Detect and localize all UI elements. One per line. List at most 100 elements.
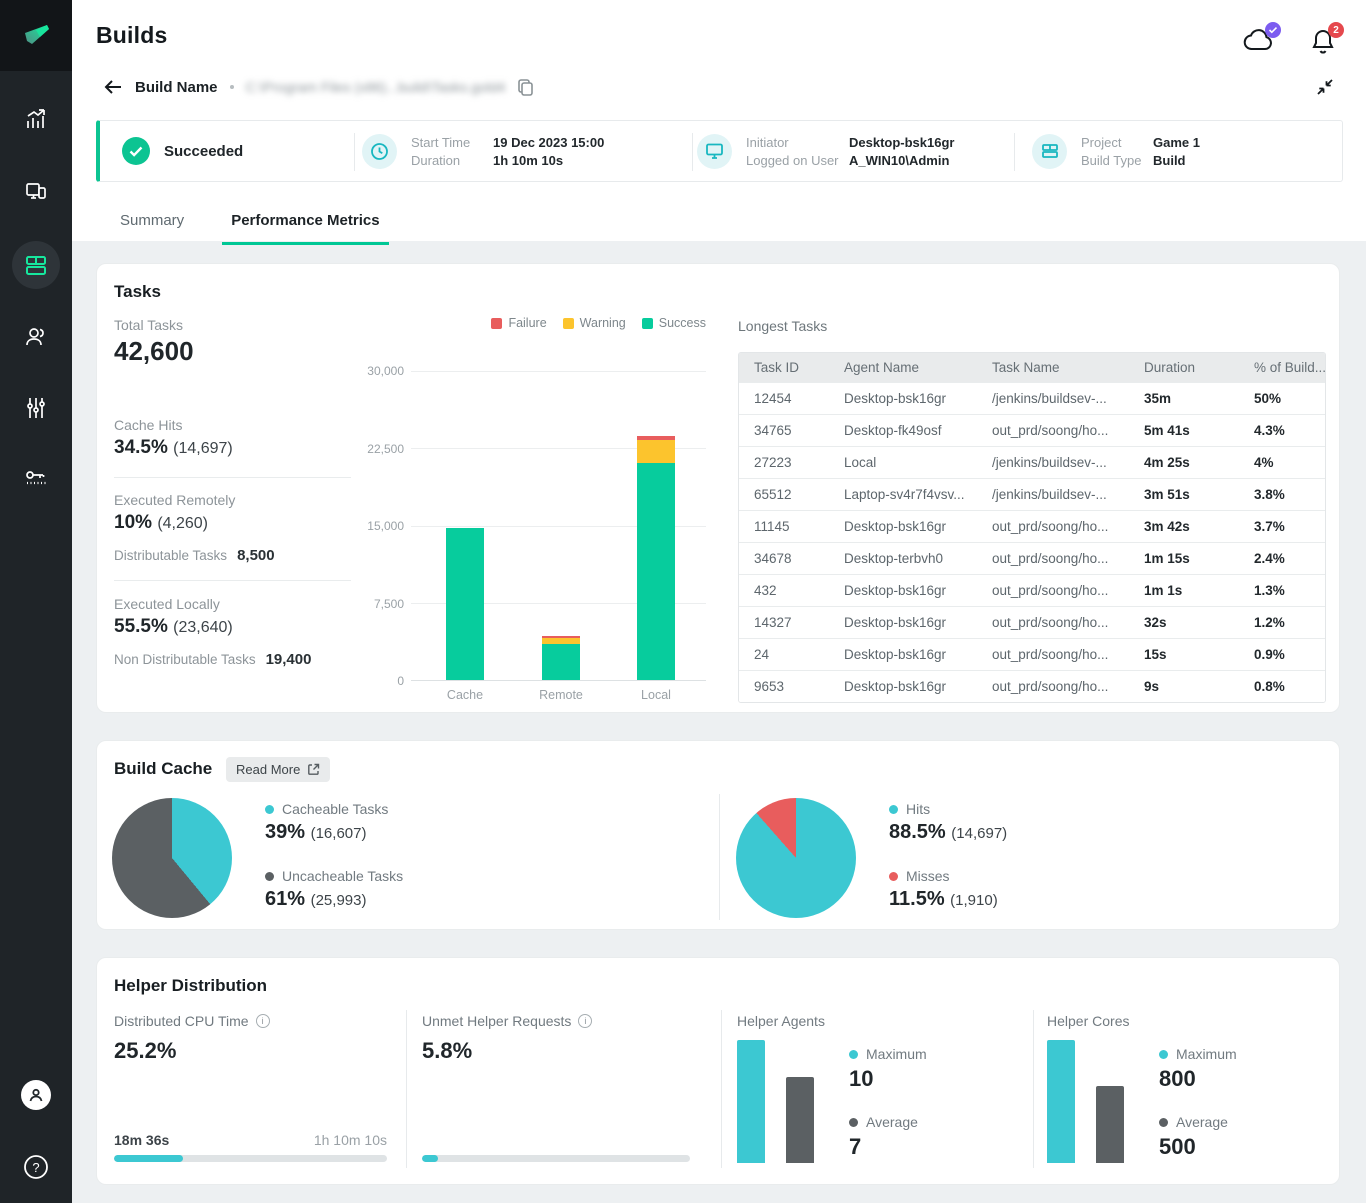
divider <box>719 794 720 920</box>
copy-button[interactable] <box>517 78 534 96</box>
table-row[interactable]: 9653Desktop-bsk16grout_prd/soong/ho...9s… <box>739 670 1325 702</box>
legend-item-success: Success <box>642 316 706 330</box>
info-icon[interactable]: i <box>578 1014 592 1028</box>
field-label: Build Type <box>1081 153 1153 168</box>
cacheable-pie-chart[interactable] <box>112 798 232 918</box>
cores-maximum-label: Maximum <box>1159 1046 1237 1062</box>
project-grid-icon <box>1032 134 1067 169</box>
table-cell: 14327 <box>739 615 829 630</box>
field-value: Game 1 <box>1153 135 1200 150</box>
cores-maximum-value: 800 <box>1159 1066 1196 1092</box>
column-header[interactable]: Agent Name <box>829 360 977 375</box>
distributed-cpu-time-value: 25.2% <box>114 1038 176 1064</box>
table-cell: 35m <box>1129 391 1239 406</box>
tasks-title: Tasks <box>114 282 161 302</box>
bar-remote[interactable] <box>542 370 580 680</box>
back-button[interactable] <box>104 79 123 95</box>
non-distributable-tasks-row: Non Distributable Tasks19,400 <box>114 651 311 668</box>
y-tick: 0 <box>344 674 404 688</box>
cache-hits-value: 34.5% (14,697) <box>114 437 233 459</box>
divider <box>406 1010 407 1168</box>
bar-local[interactable] <box>637 370 675 680</box>
table-cell: 65512 <box>739 487 829 502</box>
x-tick-local: Local <box>616 688 696 702</box>
collapse-panel-button[interactable] <box>1316 78 1334 101</box>
sidebar-item-settings[interactable] <box>12 384 60 432</box>
table-row[interactable]: 11145Desktop-bsk16grout_prd/soong/ho...3… <box>739 510 1325 542</box>
cacheable-legend-value: 39% (16,607) <box>265 821 366 844</box>
notification-count-badge: 2 <box>1328 22 1344 38</box>
misses-legend-value: 11.5% (1,910) <box>889 888 998 911</box>
y-tick: 7,500 <box>344 597 404 611</box>
field-label: Project <box>1081 135 1153 150</box>
table-cell: Desktop-fk49osf <box>829 423 977 438</box>
monitor-icon <box>697 134 732 169</box>
table-cell: Desktop-terbvh0 <box>829 551 977 566</box>
agents-max-bar <box>737 1040 765 1163</box>
table-cell: 3m 42s <box>1129 519 1239 534</box>
table-cell: out_prd/soong/ho... <box>977 615 1129 630</box>
tab-summary[interactable]: Summary <box>111 204 193 245</box>
agents-average-label: Average <box>849 1114 918 1130</box>
total-tasks-label: Total Tasks <box>114 317 183 333</box>
table-row[interactable]: 27223Local/jenkins/buildsev-...4m 25s4% <box>739 446 1325 478</box>
table-cell: /jenkins/buildsev-... <box>977 455 1129 470</box>
agents-icon <box>23 179 49 205</box>
breadcrumb-label: Build Name <box>135 79 218 96</box>
column-header[interactable]: Duration <box>1129 360 1239 375</box>
table-cell: 1.3% <box>1239 583 1325 598</box>
divider <box>114 580 351 581</box>
app-logo[interactable] <box>0 0 72 71</box>
table-row[interactable]: 34678Desktop-terbvh0out_prd/soong/ho...1… <box>739 542 1325 574</box>
table-row[interactable]: 12454Desktop-bsk16gr/jenkins/buildsev-..… <box>739 382 1325 414</box>
sidebar-item-users[interactable] <box>12 313 60 361</box>
table-cell: 1.2% <box>1239 615 1325 630</box>
cores-average-label: Average <box>1159 1114 1228 1130</box>
collapse-icon <box>1316 78 1334 96</box>
cloud-status-button[interactable] <box>1243 28 1275 59</box>
table-cell: 9s <box>1129 679 1239 694</box>
table-row[interactable]: 24Desktop-bsk16grout_prd/soong/ho...15s0… <box>739 638 1325 670</box>
unmet-helper-requests-label: Unmet Helper Requestsi <box>422 1013 592 1029</box>
bar-cache[interactable] <box>446 370 484 680</box>
table-cell: 3m 51s <box>1129 487 1239 502</box>
status-label: Succeeded <box>164 143 243 160</box>
read-more-button[interactable]: Read More <box>226 757 330 782</box>
cache-hits-pie-chart[interactable] <box>736 798 856 918</box>
table-cell: out_prd/soong/ho... <box>977 679 1129 694</box>
info-icon[interactable]: i <box>256 1014 270 1028</box>
table-cell: /jenkins/buildsev-... <box>977 391 1129 406</box>
settings-sliders-icon <box>23 395 49 421</box>
table-cell: 2.4% <box>1239 551 1325 566</box>
executed-locally-label: Executed Locally <box>114 596 220 612</box>
column-header[interactable]: Task ID <box>739 360 829 375</box>
analytics-icon <box>23 107 49 133</box>
table-row[interactable]: 432Desktop-bsk16grout_prd/soong/ho...1m … <box>739 574 1325 606</box>
column-header[interactable]: Task Name <box>977 360 1129 375</box>
bar-segment-success <box>637 463 675 680</box>
tab-performance-metrics[interactable]: Performance Metrics <box>222 204 388 245</box>
table-cell: out_prd/soong/ho... <box>977 647 1129 662</box>
page-title: Builds <box>96 22 167 49</box>
sidebar-item-agents[interactable] <box>12 168 60 216</box>
help-button[interactable]: ? <box>21 1152 51 1182</box>
user-avatar[interactable] <box>21 1080 51 1110</box>
executed-locally-value: 55.5% (23,640) <box>114 616 233 638</box>
table-cell: 4.3% <box>1239 423 1325 438</box>
table-row[interactable]: 65512Laptop-sv4r7f4vsv.../jenkins/builds… <box>739 478 1325 510</box>
clock-icon <box>362 134 397 169</box>
sidebar: ? <box>0 0 72 1203</box>
notifications-button[interactable]: 2 <box>1310 28 1336 61</box>
main-area: Builds 2 <box>72 0 1366 1203</box>
table-cell: 50% <box>1239 391 1325 406</box>
sidebar-item-builds[interactable] <box>12 241 60 289</box>
divider <box>721 1010 722 1168</box>
cloud-connected-badge <box>1265 22 1281 38</box>
misses-legend-label: Misses <box>889 868 950 884</box>
table-row[interactable]: 14327Desktop-bsk16grout_prd/soong/ho...3… <box>739 606 1325 638</box>
time-group: Start Time19 Dec 2023 15:00 Duration1h 1… <box>362 121 604 181</box>
table-row[interactable]: 34765Desktop-fk49osfout_prd/soong/ho...5… <box>739 414 1325 446</box>
sidebar-item-dashboard[interactable] <box>12 96 60 144</box>
column-header[interactable]: % of Build... <box>1239 360 1325 375</box>
sidebar-item-license[interactable] <box>12 454 60 502</box>
